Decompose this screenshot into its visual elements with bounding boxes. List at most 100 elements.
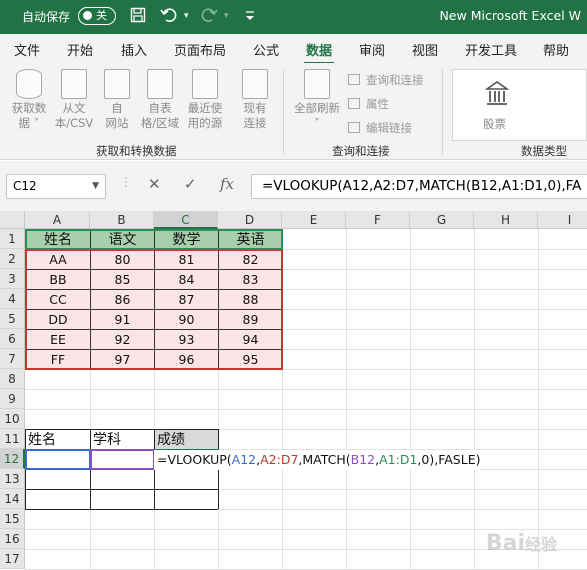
refresh-all-label: 全部刷新 bbox=[294, 101, 340, 115]
formula-token: =VLOOKUP( bbox=[157, 452, 232, 467]
formula-token: A2:D7 bbox=[260, 452, 299, 467]
row-header-17[interactable]: 17 bbox=[0, 549, 25, 569]
queries-connections-button[interactable]: 查询和连接 bbox=[348, 72, 424, 88]
name-box[interactable]: C12 ▼ bbox=[6, 174, 106, 199]
from-web-label: 自 bbox=[111, 101, 123, 115]
column-header-d[interactable]: D bbox=[218, 211, 282, 229]
edit-links-button[interactable]: 编辑链接 bbox=[348, 120, 412, 136]
cell-c12-formula[interactable]: =VLOOKUP(A12,A2:D7,MATCH(B12,A1:D1,0),FA… bbox=[154, 450, 481, 470]
tab-help[interactable]: 帮助 bbox=[543, 40, 569, 59]
ribbon-tabs: 文件 开始 插入 页面布局 公式 数据 审阅 视图 开发工具 帮助 bbox=[0, 34, 587, 65]
row-header-8[interactable]: 8 bbox=[0, 369, 25, 389]
row-header-14[interactable]: 14 bbox=[0, 489, 25, 509]
refresh-icon bbox=[304, 69, 330, 99]
row-header-11[interactable]: 11 bbox=[0, 429, 25, 449]
autosave-label: 自动保存 bbox=[22, 10, 71, 24]
row-header-1[interactable]: 1 bbox=[0, 229, 25, 249]
row-header-3[interactable]: 3 bbox=[0, 269, 25, 289]
ribbon-separator bbox=[442, 69, 443, 155]
formula-bar: C12 ▼ ⋮ ✕ ✓ fx =VLOOKUP(A12,A2:D7,MATCH(… bbox=[0, 161, 587, 211]
row-header-10[interactable]: 10 bbox=[0, 409, 25, 429]
tab-home[interactable]: 开始 bbox=[67, 40, 93, 59]
row-header-6[interactable]: 6 bbox=[0, 329, 25, 349]
column-header-e[interactable]: E bbox=[282, 211, 346, 229]
redo-icon[interactable] bbox=[200, 7, 218, 27]
column-header-g[interactable]: G bbox=[410, 211, 474, 229]
recent-sources-label-2: 用的源 bbox=[187, 116, 223, 130]
refresh-all-button[interactable]: 全部刷新 ˅ bbox=[290, 69, 344, 131]
gridline bbox=[25, 529, 587, 530]
tab-file[interactable]: 文件 bbox=[14, 40, 40, 59]
toggle-knob bbox=[83, 11, 92, 20]
formula-token: A1:D1 bbox=[379, 452, 418, 467]
existing-connections-icon bbox=[242, 69, 268, 99]
select-all-corner[interactable] bbox=[0, 211, 25, 229]
ref-cell-a12 bbox=[25, 449, 91, 470]
redo-dropdown-icon[interactable]: ▾ bbox=[224, 7, 229, 25]
tab-page-layout[interactable]: 页面布局 bbox=[174, 40, 226, 59]
enter-icon[interactable]: ✓ bbox=[184, 175, 197, 193]
database-icon bbox=[16, 69, 42, 99]
ribbon-separator bbox=[283, 69, 284, 155]
row-header-5[interactable]: 5 bbox=[0, 309, 25, 329]
properties-button[interactable]: 属性 bbox=[348, 96, 389, 112]
undo-icon[interactable] bbox=[160, 7, 178, 27]
tab-developer[interactable]: 开发工具 bbox=[465, 40, 517, 59]
tab-insert[interactable]: 插入 bbox=[121, 40, 147, 59]
row-header-15[interactable]: 15 bbox=[0, 509, 25, 529]
chevron-down-icon[interactable]: ▼ bbox=[92, 175, 99, 198]
lookup-header-cell[interactable]: 学科 bbox=[91, 430, 154, 449]
queries-icon bbox=[348, 74, 360, 85]
stocks-label: 股票 bbox=[483, 117, 506, 131]
tab-view[interactable]: 视图 bbox=[412, 40, 438, 59]
data-types-gallery[interactable]: 股票 bbox=[452, 69, 587, 141]
from-web-label-2: 网站 bbox=[105, 116, 129, 130]
window-title: New Microsoft Excel W bbox=[439, 8, 581, 23]
recent-sources-icon bbox=[192, 69, 218, 99]
refresh-all-label-2: ˅ bbox=[314, 116, 320, 130]
lookup-header-cell[interactable]: 成绩 bbox=[155, 430, 218, 449]
lookup-header-cell[interactable]: 姓名 bbox=[26, 430, 90, 449]
column-header-f[interactable]: F bbox=[346, 211, 410, 229]
table-icon bbox=[147, 69, 173, 99]
cancel-icon[interactable]: ✕ bbox=[148, 175, 161, 193]
from-table-label-2: 格/区域 bbox=[140, 116, 180, 130]
insert-function-icon[interactable]: fx bbox=[220, 175, 234, 193]
column-header-b[interactable]: B bbox=[90, 211, 154, 229]
tab-data[interactable]: 数据 bbox=[303, 40, 335, 65]
save-icon[interactable] bbox=[130, 7, 146, 27]
from-text-csv-button[interactable]: 从文 本/CSV bbox=[52, 69, 96, 131]
column-header-i[interactable]: I bbox=[538, 211, 587, 229]
undo-dropdown-icon[interactable]: ▾ bbox=[184, 7, 189, 25]
get-transform-group-label: 获取和转换数据 bbox=[96, 144, 177, 158]
row-header-16[interactable]: 16 bbox=[0, 529, 25, 549]
tab-review[interactable]: 审阅 bbox=[359, 40, 385, 59]
from-web-button[interactable]: 自 网站 bbox=[98, 69, 136, 131]
column-header-a[interactable]: A bbox=[25, 211, 90, 229]
edit-links-label: 编辑链接 bbox=[366, 121, 412, 135]
row-header-9[interactable]: 9 bbox=[0, 389, 25, 409]
customize-qat-icon[interactable] bbox=[244, 7, 256, 27]
formula-input[interactable]: =VLOOKUP(A12,A2:D7,MATCH(B12,A1:D1,0),FA bbox=[251, 174, 587, 199]
gridline bbox=[25, 409, 587, 410]
get-data-button[interactable]: 获取数 据 ˅ bbox=[6, 69, 52, 131]
autosave-toggle[interactable]: 关 bbox=[78, 7, 116, 25]
lookup-border bbox=[25, 489, 218, 490]
row-header-2[interactable]: 2 bbox=[0, 249, 25, 269]
gridline bbox=[25, 389, 587, 390]
title-bar: 自动保存 关 ▾ ▾ New Microsoft Excel W bbox=[0, 0, 587, 34]
row-header-12[interactable]: 12 bbox=[0, 449, 25, 469]
formula-token: A12 bbox=[231, 452, 257, 467]
column-header-c[interactable]: C bbox=[154, 211, 218, 229]
tab-formulas[interactable]: 公式 bbox=[253, 40, 279, 59]
from-text-label: 从文 bbox=[62, 101, 86, 115]
row-header-4[interactable]: 4 bbox=[0, 289, 25, 309]
existing-connections-button[interactable]: 现有 连接 bbox=[235, 69, 275, 131]
recent-sources-button[interactable]: 最近使 用的源 bbox=[183, 69, 227, 131]
column-header-h[interactable]: H bbox=[474, 211, 538, 229]
row-header-13[interactable]: 13 bbox=[0, 469, 25, 489]
gridline bbox=[410, 229, 411, 570]
from-table-button[interactable]: 自表 格/区域 bbox=[138, 69, 182, 131]
row-header-7[interactable]: 7 bbox=[0, 349, 25, 369]
ribbon-data: 获取数 据 ˅ 从文 本/CSV 自 网站 自表 格/区域 最近使 用的源 现有… bbox=[0, 63, 587, 160]
